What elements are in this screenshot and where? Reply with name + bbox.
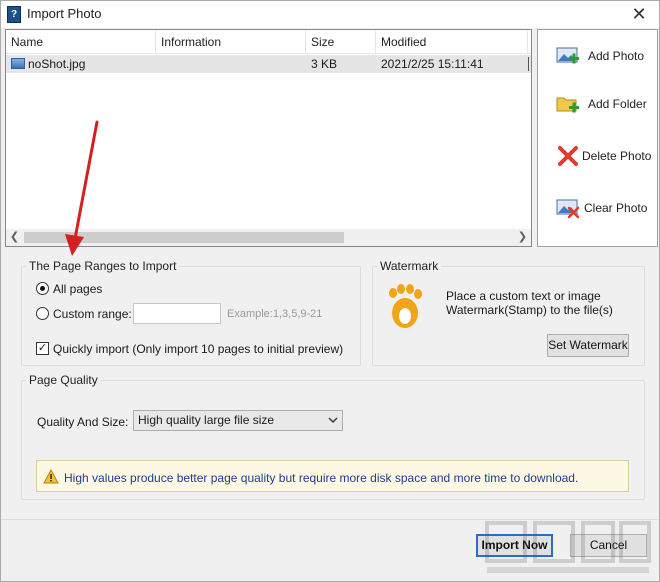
custom-range-radio[interactable] <box>36 307 49 320</box>
scroll-right-arrow-icon[interactable]: ❯ <box>514 229 531 246</box>
window-title: Import Photo <box>27 6 102 21</box>
add-photo-icon <box>556 47 579 64</box>
clear-photo-button[interactable]: Clear Photo <box>552 195 656 221</box>
annotation-arrow-icon <box>65 120 99 256</box>
add-photo-button[interactable]: Add Photo <box>552 43 656 69</box>
custom-range-example: Example:1,3,5,9-21 <box>227 308 323 320</box>
chevron-down-icon <box>328 417 338 423</box>
watermark-legend: Watermark <box>377 259 442 273</box>
quality-size-value: High quality large file size <box>138 413 275 427</box>
quality-warning-box: High values produce better page quality … <box>36 460 629 492</box>
watermark-desc-line1: Place a custom text or image <box>446 289 601 303</box>
watermark-group: Watermark Place a custom text or image W… <box>372 259 645 366</box>
import-photo-dialog: ? Import Photo ✕ Name Information Size M… <box>0 0 660 582</box>
cell-extra-divider <box>528 57 529 71</box>
file-name: noShot.jpg <box>28 57 86 71</box>
column-header-extra[interactable] <box>528 30 533 54</box>
page-quality-legend: Page Quality <box>26 373 101 387</box>
watermark-logo-icon <box>389 284 422 328</box>
clear-photo-label: Clear Photo <box>584 201 648 215</box>
quick-import-label[interactable]: Quickly import (Only import 10 pages to … <box>53 342 343 356</box>
add-folder-label: Add Folder <box>588 97 647 111</box>
custom-range-label[interactable]: Custom range: <box>53 307 132 321</box>
cell-modified: 2021/2/25 15:11:41 <box>381 57 484 71</box>
column-header-size[interactable]: Size <box>306 30 376 54</box>
photo-actions-panel: Add Photo Add Folder Delete Photo Clear … <box>537 29 658 247</box>
custom-range-input[interactable] <box>133 303 221 324</box>
page-ranges-legend: The Page Ranges to Import <box>26 259 180 273</box>
page-ranges-group: The Page Ranges to Import All pages Cust… <box>21 259 361 366</box>
warning-triangle-icon <box>43 469 59 484</box>
clear-photo-icon <box>556 199 580 219</box>
column-header-modified[interactable]: Modified <box>376 30 528 54</box>
column-header-information[interactable]: Information <box>156 30 306 54</box>
add-folder-button[interactable]: Add Folder <box>552 91 656 117</box>
add-folder-icon <box>556 97 579 113</box>
quality-size-label: Quality And Size: <box>37 415 129 429</box>
close-button[interactable]: ✕ <box>629 4 649 24</box>
app-icon: ? <box>7 6 21 23</box>
cell-name: noShot.jpg <box>6 55 156 73</box>
column-header-row: Name Information Size Modified <box>6 30 531 54</box>
column-header-name[interactable]: Name <box>6 30 156 54</box>
add-photo-label: Add Photo <box>588 49 645 63</box>
corner-brand-watermark-icon <box>485 521 651 573</box>
cell-information <box>156 55 306 73</box>
scroll-left-arrow-icon[interactable]: ❮ <box>6 229 23 246</box>
cell-size: 3 KB <box>311 57 338 71</box>
all-pages-radio[interactable] <box>36 282 49 295</box>
quality-size-select[interactable]: High quality large file size <box>133 410 343 431</box>
image-file-icon <box>11 58 25 69</box>
delete-photo-label: Delete Photo <box>582 149 652 163</box>
set-watermark-button[interactable]: Set Watermark <box>547 334 629 357</box>
all-pages-label[interactable]: All pages <box>53 282 102 296</box>
watermark-desc-line2: Watermark(Stamp) to the file(s) <box>446 303 613 317</box>
quality-warning-text: High values produce better page quality … <box>64 471 579 485</box>
delete-photo-button[interactable]: Delete Photo <box>552 143 656 169</box>
delete-icon <box>558 146 578 166</box>
table-row[interactable]: noShot.jpg 3 KB 2021/2/25 15:11:41 <box>6 55 531 73</box>
quick-import-checkbox[interactable]: ✓ <box>36 342 49 355</box>
title-bar: ? Import Photo ✕ <box>1 1 659 28</box>
